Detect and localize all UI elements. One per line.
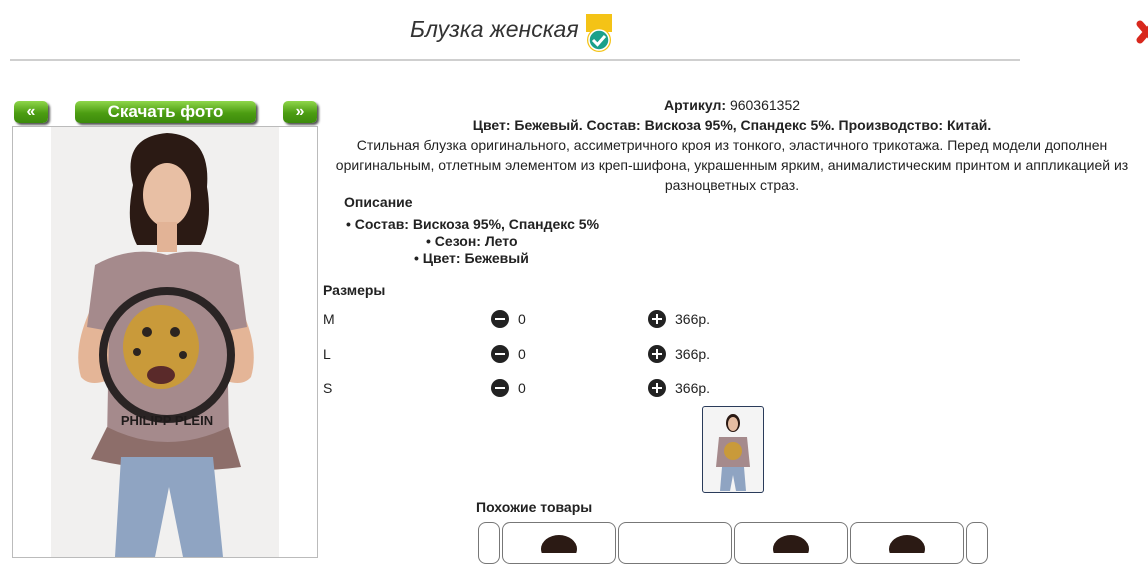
header-divider <box>10 59 1020 61</box>
prev-photo-button[interactable]: « <box>14 101 48 123</box>
similar-products-heading: Похожие товары <box>476 499 593 515</box>
similar-product-image <box>889 535 925 563</box>
shirt-print-text: PHILIPP PLEIN <box>121 413 213 428</box>
price-value: 366р. <box>675 380 711 396</box>
size-row-s: S 0 366р. <box>323 378 923 400</box>
size-row-m: M 0 366р. <box>323 309 923 331</box>
plus-icon[interactable] <box>648 345 666 363</box>
plus-icon[interactable] <box>648 310 666 328</box>
main-photo-frame: PHILIPP PLEIN <box>12 126 318 558</box>
article-line: Артикул: 960361352 <box>322 95 1142 115</box>
minus-icon[interactable] <box>491 345 509 363</box>
detail-item-season: Сезон: Лето <box>426 233 518 249</box>
article-value: 960361352 <box>729 97 801 113</box>
quantity-value: 0 <box>518 311 526 327</box>
product-description-line-1: Стильная блузка оригинального, ассиметри… <box>356 137 1108 153</box>
verified-badge-icon <box>586 14 612 52</box>
plus-icon[interactable] <box>648 379 666 397</box>
similar-product-card[interactable] <box>502 522 616 564</box>
similar-product-image <box>773 535 809 563</box>
product-description-line-3: разноцветных страз. <box>664 177 800 193</box>
similar-product-card[interactable] <box>850 522 964 564</box>
size-label: M <box>323 311 335 327</box>
similar-product-card[interactable] <box>618 522 732 564</box>
next-photo-button[interactable]: » <box>283 101 317 123</box>
size-label: L <box>323 346 331 362</box>
product-photo[interactable]: PHILIPP PLEIN <box>51 127 279 557</box>
detail-item-color: Цвет: Бежевый <box>414 250 529 266</box>
size-row-l: L 0 366р. <box>323 344 923 366</box>
detail-item-composition: Состав: Вискоза 95%, Спандекс 5% <box>346 216 599 232</box>
download-photo-button[interactable]: Скачать фото <box>75 101 256 123</box>
product-description-line-2: оригинальным, отлетным элементом из креп… <box>335 157 1129 173</box>
minus-icon[interactable] <box>491 310 509 328</box>
page-title: Блузка женская <box>410 16 579 42</box>
similar-scroll-right[interactable] <box>966 522 988 564</box>
similar-product-image <box>541 535 577 563</box>
product-info: Артикул: 960361352 Цвет: Бежевый. Состав… <box>322 95 1142 195</box>
price-value: 366р. <box>675 346 711 362</box>
thumbnail-image <box>716 414 750 491</box>
size-label: S <box>323 380 333 396</box>
quantity-value: 0 <box>518 346 526 362</box>
product-summary: Цвет: Бежевый. Состав: Вискоза 95%, Спан… <box>472 117 992 133</box>
quantity-value: 0 <box>518 380 526 396</box>
article-label: Артикул: <box>663 97 727 113</box>
minus-icon[interactable] <box>491 379 509 397</box>
similar-scroll-left[interactable] <box>478 522 500 564</box>
price-value: 366р. <box>675 311 711 327</box>
similar-product-card[interactable] <box>734 522 848 564</box>
sizes-heading: Размеры <box>323 282 386 298</box>
model-illustration: PHILIPP PLEIN <box>78 133 254 557</box>
details-heading: Описание <box>344 194 413 210</box>
photo-thumbnail[interactable] <box>702 406 764 493</box>
close-icon[interactable] <box>1134 16 1148 48</box>
